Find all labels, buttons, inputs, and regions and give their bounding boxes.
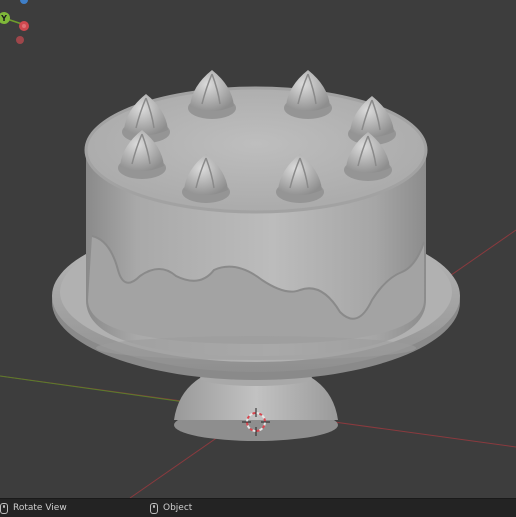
y-axis-label: Y	[0, 14, 7, 23]
viewport-canvas[interactable]	[0, 0, 516, 498]
status-right-hint: Object	[150, 499, 192, 517]
mouse-right-icon	[150, 502, 158, 514]
3d-viewport[interactable]: Y	[0, 0, 516, 498]
status-left-hint: Rotate View	[0, 499, 67, 517]
object-label: Object	[163, 503, 193, 513]
navigation-gizmo[interactable]: Y	[0, 0, 30, 50]
mouse-left-icon	[0, 502, 8, 514]
status-bar: Rotate View Object	[0, 498, 516, 517]
rotate-view-label: Rotate View	[13, 503, 67, 513]
